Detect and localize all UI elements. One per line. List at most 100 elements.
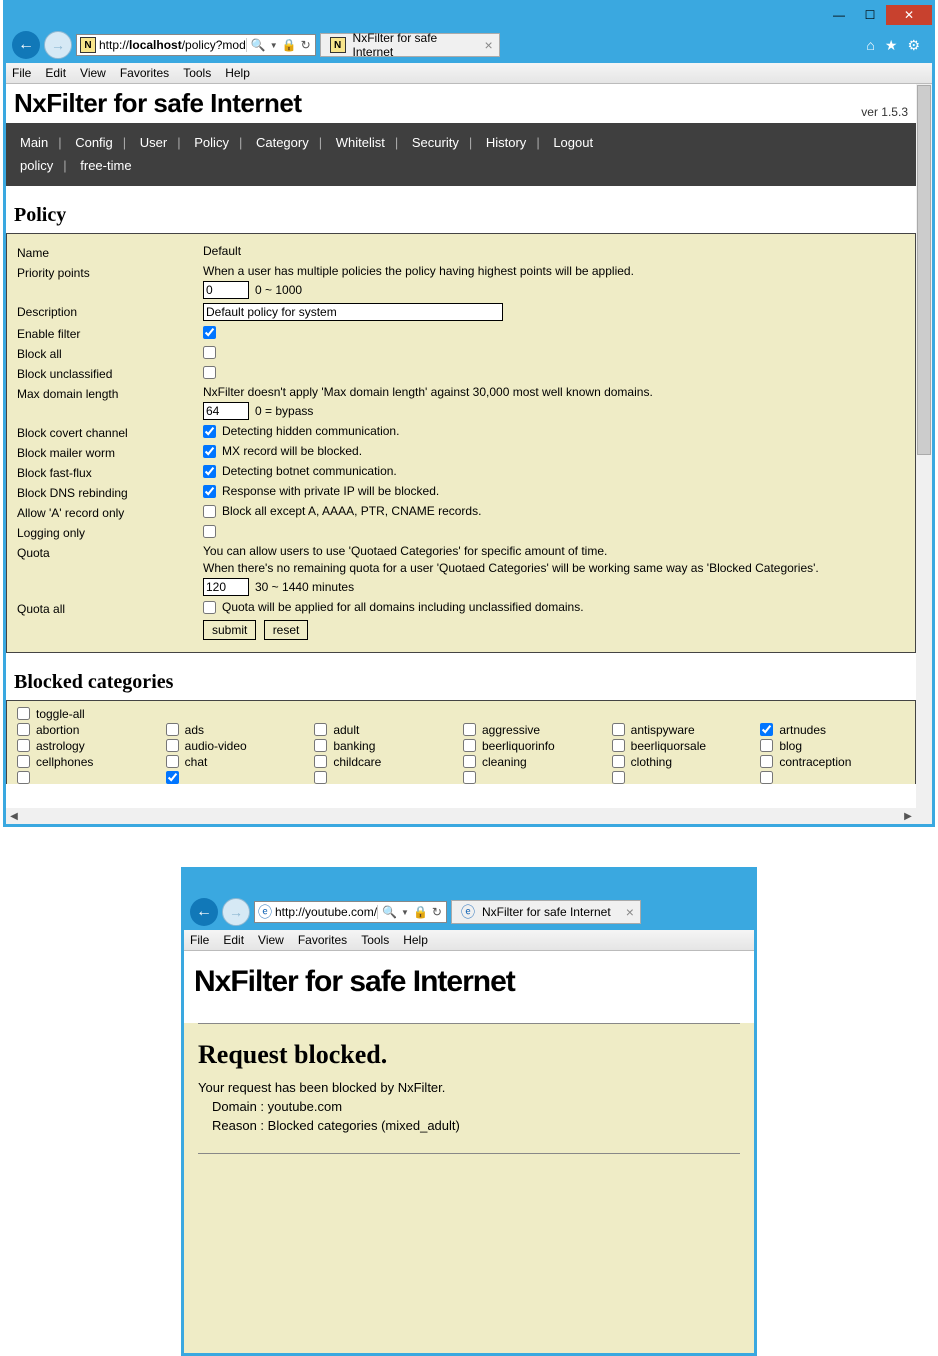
priority-input[interactable] [203,281,249,299]
scroll-right-icon[interactable]: ▶ [900,808,916,824]
menu-edit-2[interactable]: Edit [223,933,244,947]
block-all-checkbox[interactable] [203,346,216,359]
category-checkbox[interactable] [760,771,773,784]
menubar: File Edit View Favorites Tools Help [6,63,932,84]
block-mailer-checkbox[interactable] [203,445,216,458]
nav-config[interactable]: Config [75,135,113,150]
browser-navbar-2: ← → ⓔ http://youtube.com/ 🔍▼ 🔒 ↻ ⓔ NxFil… [184,894,754,930]
menu-tools[interactable]: Tools [183,66,211,80]
menu-edit[interactable]: Edit [45,66,66,80]
category-checkbox[interactable] [760,739,773,752]
address-bar[interactable]: N http://localhost/policy?mod 🔍▼ 🔒 ↻ [76,34,316,56]
minimize-button[interactable]: — [824,5,854,25]
category-item: cellphones [17,755,162,769]
favorites-icon[interactable]: ★ [885,37,898,54]
category-checkbox[interactable] [463,739,476,752]
block-covert-checkbox[interactable] [203,425,216,438]
titlebar-2 [184,870,754,894]
menu-file[interactable]: File [12,66,31,80]
nav-logout[interactable]: Logout [553,135,593,150]
submit-button[interactable]: submit [203,620,256,640]
back-button-2[interactable]: ← [190,898,218,926]
nav-policy[interactable]: Policy [194,135,229,150]
block-unclassified-checkbox[interactable] [203,366,216,379]
search-icon[interactable]: 🔍 [251,38,266,52]
dropdown-icon-2[interactable]: ▼ [401,908,409,917]
nav-category[interactable]: Category [256,135,309,150]
nav-security[interactable]: Security [412,135,459,150]
quota-all-checkbox[interactable] [203,601,216,614]
enable-filter-checkbox[interactable] [203,326,216,339]
category-checkbox[interactable] [463,755,476,768]
logging-only-checkbox[interactable] [203,525,216,538]
menu-file-2[interactable]: File [190,933,209,947]
category-checkbox[interactable] [760,723,773,736]
category-checkbox[interactable] [612,723,625,736]
nav-history[interactable]: History [486,135,526,150]
breadcrumb-policy[interactable]: policy [20,158,53,173]
browser-tab[interactable]: N NxFilter for safe Internet × [320,33,500,57]
block-dnsrebind-checkbox[interactable] [203,485,216,498]
category-checkbox[interactable] [463,723,476,736]
menu-view-2[interactable]: View [258,933,284,947]
refresh-icon-2[interactable]: 🔒 [413,905,428,919]
category-checkbox[interactable] [314,739,327,752]
category-checkbox[interactable] [463,771,476,784]
category-checkbox[interactable] [760,755,773,768]
maximize-button[interactable]: ☐ [855,5,885,25]
gear-icon[interactable]: ⚙ [907,37,920,54]
forward-button-2[interactable]: → [222,898,250,926]
menu-view[interactable]: View [80,66,106,80]
reset-button[interactable]: reset [264,620,309,640]
category-checkbox[interactable] [612,771,625,784]
vertical-scrollbar[interactable] [916,84,932,824]
category-item: cleaning [463,755,608,769]
menu-favorites-2[interactable]: Favorites [298,933,347,947]
category-checkbox[interactable] [166,723,179,736]
category-checkbox[interactable] [314,755,327,768]
nav-whitelist[interactable]: Whitelist [336,135,385,150]
category-checkbox[interactable] [17,771,30,784]
dropdown-icon[interactable]: ▼ [270,41,278,50]
forward-button[interactable]: → [44,31,72,59]
category-checkbox[interactable] [166,755,179,768]
back-button[interactable]: ← [12,31,40,59]
description-input[interactable] [203,303,503,321]
allow-a-checkbox[interactable] [203,505,216,518]
search-icon-2[interactable]: 🔍 [382,905,397,919]
address-bar-2[interactable]: ⓔ http://youtube.com/ 🔍▼ 🔒 ↻ [254,901,447,923]
toggle-all-checkbox[interactable] [17,707,30,720]
category-checkbox[interactable] [314,723,327,736]
category-checkbox[interactable] [17,723,30,736]
scroll-left-icon[interactable]: ◀ [6,808,22,824]
category-label: blog [779,739,802,753]
close-tab-icon[interactable]: × [484,37,492,53]
menu-help[interactable]: Help [225,66,250,80]
max-domain-input[interactable] [203,402,249,420]
block-fastflux-checkbox[interactable] [203,465,216,478]
reload-icon-2[interactable]: ↻ [432,905,442,919]
category-checkbox[interactable] [17,755,30,768]
category-checkbox[interactable] [612,755,625,768]
horizontal-scrollbar[interactable]: ◀ ▶ [6,808,916,824]
nav-user[interactable]: User [140,135,167,150]
nav-main[interactable]: Main [20,135,48,150]
menu-favorites[interactable]: Favorites [120,66,169,80]
menu-help-2[interactable]: Help [403,933,428,947]
category-checkbox[interactable] [166,739,179,752]
category-checkbox[interactable] [612,739,625,752]
category-checkbox[interactable] [166,771,179,784]
close-tab-icon-2[interactable]: × [626,904,634,920]
category-checkbox[interactable] [17,739,30,752]
block-fastflux-desc: Detecting botnet communication. [222,464,397,478]
home-icon[interactable]: ⌂ [866,37,874,54]
breadcrumb-freetime[interactable]: free-time [80,158,131,173]
reload-icon[interactable]: ↻ [301,38,311,52]
priority-help: When a user has multiple policies the po… [203,264,905,278]
browser-tab-2[interactable]: ⓔ NxFilter for safe Internet × [451,900,641,924]
quota-input[interactable] [203,578,249,596]
close-button[interactable]: ✕ [886,5,932,25]
refresh-icon[interactable]: 🔒 [282,38,297,52]
menu-tools-2[interactable]: Tools [361,933,389,947]
category-checkbox[interactable] [314,771,327,784]
